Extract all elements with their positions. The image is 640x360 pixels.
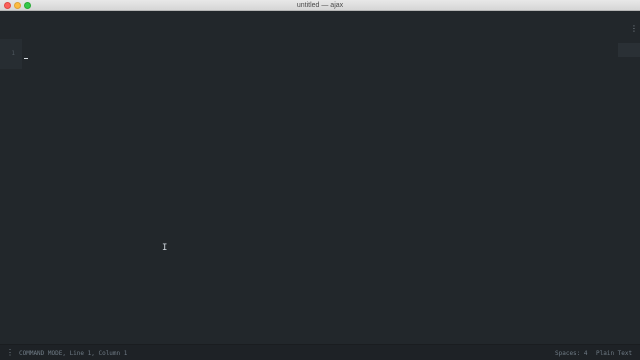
text-cursor bbox=[24, 58, 28, 59]
line-number: 1 bbox=[11, 50, 15, 57]
minimap[interactable] bbox=[618, 43, 640, 57]
mouse-text-cursor-icon: I bbox=[162, 243, 168, 253]
title-bar[interactable]: untitled — ajax bbox=[0, 0, 640, 11]
syntax-setting[interactable]: Plain Text bbox=[596, 350, 632, 357]
app-window: untitled — ajax 1 ⋮ I ⋮ COMMAND MODE, Li… bbox=[0, 0, 640, 360]
editor-watermark bbox=[112, 157, 532, 247]
status-mode: COMMAND MODE, Line 1, Column 1 bbox=[19, 350, 128, 357]
vertical-ellipsis-icon[interactable]: ⋮ bbox=[6, 348, 14, 357]
editor-pane[interactable]: 1 ⋮ I bbox=[0, 11, 640, 344]
indentation-setting[interactable]: Spaces: 4 bbox=[555, 350, 588, 357]
vertical-ellipsis-icon[interactable]: ⋮ bbox=[630, 25, 638, 37]
status-bar: ⋮ COMMAND MODE, Line 1, Column 1 Spaces:… bbox=[0, 344, 640, 360]
window-title: untitled — ajax bbox=[296, 2, 344, 9]
